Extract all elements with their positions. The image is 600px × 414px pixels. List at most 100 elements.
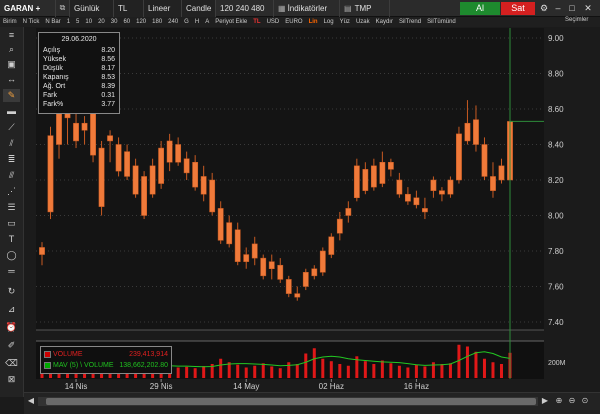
volume-bar xyxy=(202,366,206,378)
price-tick-label: 8.80 xyxy=(548,70,564,79)
volume-bar xyxy=(406,367,410,378)
price-tick-label: 8.60 xyxy=(548,105,564,114)
volume-value: 239,413,914 xyxy=(129,351,168,358)
mav-legend-row: MAV (5) \ VOLUME 138,662,202.80 xyxy=(44,360,168,371)
candle-body xyxy=(405,193,411,202)
date-tick-label: 14 Nis xyxy=(65,382,88,391)
zoom-out-icon[interactable]: ⊖ xyxy=(567,395,577,407)
candle-body xyxy=(226,222,233,245)
price-tick-label: 9.00 xyxy=(548,34,564,43)
candle-body xyxy=(158,147,165,184)
info-value: 8.56 xyxy=(101,56,115,63)
volume-axis-tick: 200M xyxy=(548,360,566,367)
bottom-bar: ◀ ▶ ⊕ ⊖ ⊙ xyxy=(24,392,600,414)
volume-legend: VOLUME 239,413,914 MAV (5) \ VOLUME 138,… xyxy=(40,346,172,374)
info-row: Fark 0.31 xyxy=(43,91,115,100)
candle-body xyxy=(336,218,343,234)
volume-label: VOLUME xyxy=(53,351,83,358)
mav-label: MAV (5) \ VOLUME xyxy=(53,362,114,369)
volume-bar xyxy=(423,366,427,378)
volume-bar xyxy=(261,363,265,378)
candle-body xyxy=(200,176,207,195)
candle-body xyxy=(294,293,301,298)
volume-toggle-checkbox[interactable] xyxy=(44,350,51,358)
ohlc-info-panel: 29.06.2020 Açılış 8.20 Yüksek 8.56 Düşük 8.… xyxy=(38,32,120,114)
candle-body xyxy=(81,122,88,131)
info-date: 29.06.2020 xyxy=(61,36,97,43)
candle-body xyxy=(311,268,318,277)
volume-bar xyxy=(389,363,393,378)
date-tick-label: 14 May xyxy=(233,382,259,391)
candle-body xyxy=(439,190,445,195)
scrollbar-thumb[interactable] xyxy=(46,398,536,405)
candle-body xyxy=(379,162,386,184)
info-value: 8.17 xyxy=(101,65,115,72)
info-row: Düşük 8.17 xyxy=(43,64,115,73)
candle-body xyxy=(251,243,258,259)
price-tick-label: 7.60 xyxy=(548,283,564,292)
candle-body xyxy=(115,144,122,172)
candle-body xyxy=(302,272,309,287)
candle-body xyxy=(39,247,45,255)
candle-body xyxy=(285,279,292,294)
date-tick-label: 16 Haz xyxy=(404,382,429,391)
candle-body xyxy=(166,140,173,163)
info-row: Fark% 3.77 xyxy=(43,100,115,109)
info-value: 3.77 xyxy=(101,101,115,108)
candle-body xyxy=(183,158,190,174)
volume-bar xyxy=(372,364,376,378)
volume-bar xyxy=(380,360,384,378)
candle-body xyxy=(473,119,479,145)
scroll-right-icon[interactable]: ▶ xyxy=(540,395,550,407)
volume-bar xyxy=(397,365,401,378)
candle-body xyxy=(124,151,130,177)
candle-body xyxy=(353,165,360,199)
mav-toggle-checkbox[interactable] xyxy=(44,361,51,369)
volume-bar xyxy=(253,365,257,378)
info-value: 8.20 xyxy=(101,47,115,54)
info-label: Fark xyxy=(43,92,57,99)
candle-body xyxy=(319,250,326,273)
candle-body xyxy=(47,135,54,213)
candle-body xyxy=(413,197,420,206)
volume-bar xyxy=(499,364,503,378)
volume-bar xyxy=(321,358,325,378)
candle-body xyxy=(387,162,394,170)
info-label: Yüksek xyxy=(43,56,66,63)
volume-bar xyxy=(448,363,452,378)
candle-body xyxy=(362,169,369,191)
reset-zoom-icon[interactable]: ⊙ xyxy=(580,395,590,407)
candle-body xyxy=(234,229,241,262)
volume-bar xyxy=(185,366,189,378)
candle-body xyxy=(422,208,428,213)
volume-bar xyxy=(440,364,444,378)
zoom-in-icon[interactable]: ⊕ xyxy=(554,395,564,407)
info-value: 8.39 xyxy=(101,83,115,90)
candle-body xyxy=(277,264,284,280)
volume-legend-row: VOLUME 239,413,914 xyxy=(44,349,168,360)
candle-body xyxy=(396,179,403,195)
date-axis: 14 Nis 29 Nis 14 May 02 Haz 16 Haz xyxy=(65,379,429,391)
candle-body xyxy=(430,179,437,191)
candle-body xyxy=(498,165,505,181)
candle-body xyxy=(243,254,250,262)
info-value: 8.53 xyxy=(101,74,115,81)
candle-body xyxy=(447,179,454,195)
volume-bar xyxy=(414,364,418,378)
volume-bar xyxy=(176,367,180,378)
info-label: Fark% xyxy=(43,101,64,108)
mav-value: 138,662,202.80 xyxy=(119,362,168,369)
volume-bar xyxy=(287,362,291,378)
volume-bar xyxy=(236,364,240,378)
candle-body xyxy=(268,261,275,269)
info-value: 0.31 xyxy=(101,92,115,99)
volume-bar xyxy=(465,346,469,378)
price-tick-label: 8.00 xyxy=(548,212,564,221)
volume-bar xyxy=(474,351,478,378)
info-label: Ağ. Ort xyxy=(43,83,66,90)
candle-body xyxy=(73,122,79,142)
scroll-left-icon[interactable]: ◀ xyxy=(26,395,36,407)
volume-bar xyxy=(219,358,223,378)
candle-body xyxy=(328,236,335,255)
candle-body xyxy=(149,165,156,195)
